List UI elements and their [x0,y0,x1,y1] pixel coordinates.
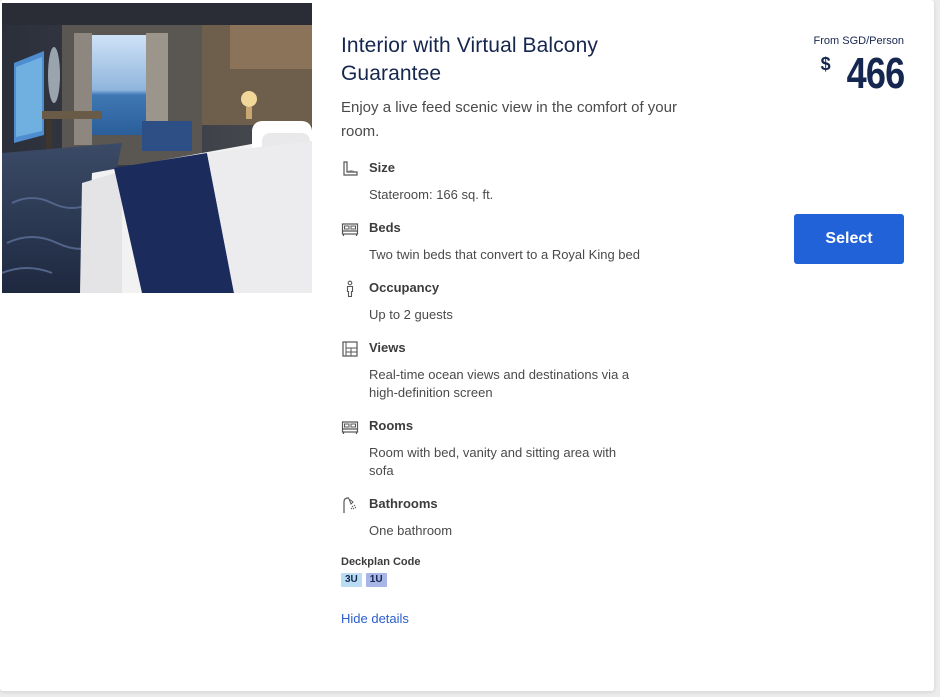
deckplan-label: Deckplan Code [341,556,421,568]
feature-occupancy: Occupancy Up to 2 guests [341,280,681,324]
stateroom-details: Interior with Virtual Balcony Guarantee … [341,32,681,628]
stateroom-photo [2,3,312,293]
bed-icon [341,220,359,238]
feature-value: Up to 2 guests [369,307,453,322]
shower-icon [341,496,359,514]
hide-details-link[interactable]: Hide details [341,611,409,626]
select-button[interactable]: Select [794,214,904,264]
feature-name: Rooms [369,418,414,433]
feature-rooms: Rooms Room with bed, vanity and sitting … [341,418,681,480]
stateroom-description: Enjoy a live feed scenic view in the com… [341,99,677,140]
price-box: From SGD/Person $ 466 [813,34,905,98]
feature-name: Occupancy [369,280,440,295]
person-icon [341,280,359,298]
feature-name: Bathrooms [369,496,438,511]
price-amount: 466 [846,49,905,98]
bed-icon [341,418,359,436]
feature-value: Room with bed, vanity and sitting area w… [369,445,617,478]
feature-bathrooms: Bathrooms One bathroom [341,496,681,540]
feature-beds: Beds Two twin beds that convert to a Roy… [341,220,681,264]
deckplan-code-badge: 3U [341,573,362,587]
feature-list: Size Stateroom: 166 sq. ft. Beds Two twi… [341,160,681,540]
stateroom-card: Interior with Virtual Balcony Guarantee … [0,0,934,691]
feature-value: Real-time ocean views and destinations v… [369,367,630,400]
feature-value: One bathroom [369,523,453,538]
ruler-icon [341,160,359,178]
feature-value: Two twin beds that convert to a Royal Ki… [369,247,640,262]
currency-symbol: $ [820,54,831,74]
deckplan-code-badge: 1U [365,573,387,587]
feature-name: Views [369,340,406,355]
feature-name: Size [369,160,396,175]
feature-views: Views Real-time ocean views and destinat… [341,340,681,402]
feature-value: Stateroom: 166 sq. ft. [369,187,494,202]
stateroom-title: Interior with Virtual Balcony Guarantee [341,34,598,85]
price-from-label: From SGD/Person [813,35,904,47]
feature-size: Size Stateroom: 166 sq. ft. [341,160,681,204]
window-icon [341,340,359,358]
price: $ 466 [814,49,905,98]
feature-name: Beds [369,220,401,235]
deckplan-codes: 3U 1U [341,573,681,587]
